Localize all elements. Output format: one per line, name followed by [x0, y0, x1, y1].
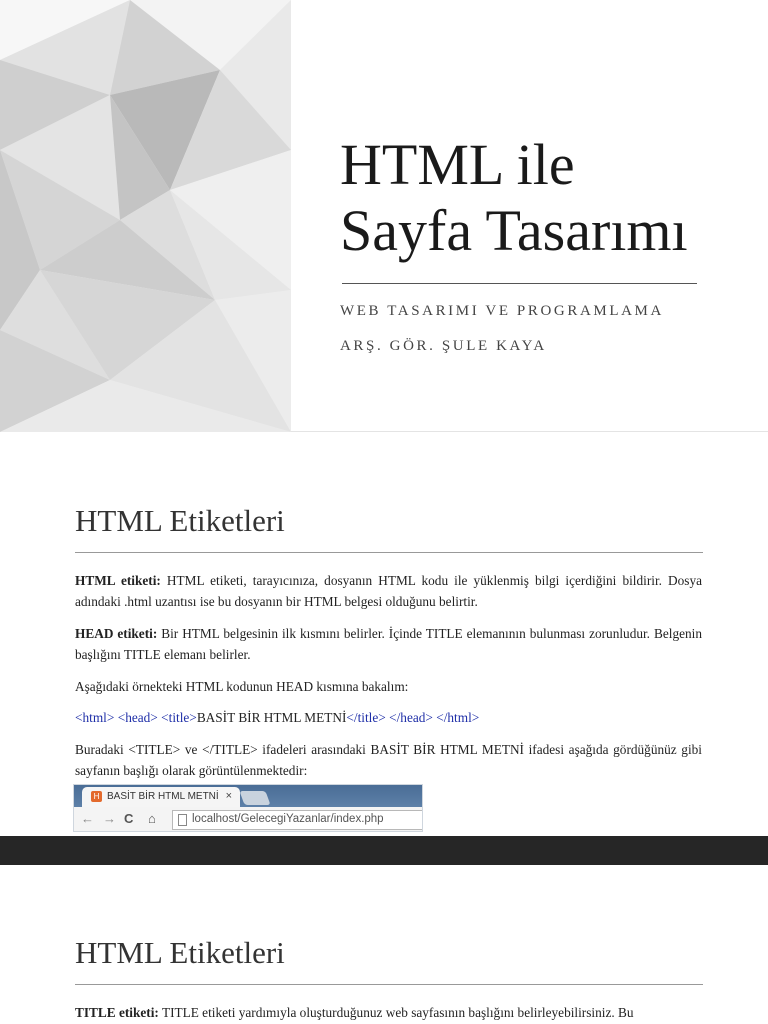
browser-tab-bar: H BASİT BİR HTML METNİ × [74, 785, 422, 807]
polygon-background-image [0, 0, 291, 432]
code-example: <html> <head> <title>BASİT BİR HTML METN… [75, 707, 702, 728]
code-title-text: BASİT BİR HTML METNİ [196, 710, 347, 725]
slide-heading: HTML Etiketleri [75, 935, 285, 970]
paragraph-title-explanation: Buradaki <TITLE> ve </TITLE> ifadeleri a… [75, 742, 702, 778]
title-block: HTML ile Sayfa Tasarımı [340, 132, 740, 264]
content-slide-1: HTML Etiketleri HTML etiketi: HTML etike… [0, 433, 768, 836]
browser-screenshot: H BASİT BİR HTML METNİ × ← → C ⌂ localho… [73, 784, 423, 832]
slide-heading: HTML Etiketleri [75, 503, 285, 538]
address-url: localhost/GelecegiYazanlar/index.php [192, 813, 384, 825]
code-close-tags: </title> </head> </html> [346, 710, 480, 725]
term-head-tag: HEAD etiketi: [75, 626, 158, 641]
browser-tab[interactable]: H BASİT BİR HTML METNİ × [82, 787, 240, 807]
paragraph-html-tag: HTML etiketi: HTML etiketi, tarayıcınıza… [75, 570, 702, 612]
paragraph-example-intro: Aşağıdaki örnekteki HTML kodunun HEAD kı… [75, 679, 409, 694]
definition-head-tag: Bir HTML belgesinin ilk kısmını belirler… [75, 626, 702, 662]
address-bar[interactable]: localhost/GelecegiYazanlar/index.php [172, 810, 422, 830]
term-html-tag: HTML etiketi: [75, 573, 161, 588]
forward-arrow-icon[interactable]: → [103, 811, 116, 826]
content-slide-2: HTML Etiketleri TITLE etiketi: TITLE eti… [0, 865, 768, 1024]
slide-separator [0, 836, 768, 865]
definition-title-tag: TITLE etiketi yardımıyla oluşturduğunuz … [158, 1005, 634, 1020]
author-subtitle: ARŞ. GÖR. ŞULE KAYA [340, 338, 547, 354]
back-arrow-icon[interactable]: ← [81, 811, 94, 826]
browser-nav-bar: ← → C ⌂ localhost/GelecegiYazanlar/index… [74, 807, 422, 831]
definition-html-tag: HTML etiketi, tarayıcınıza, dosyanın HTM… [75, 573, 703, 609]
paragraph-head-tag: HEAD etiketi: Bir HTML belgesinin ilk kı… [75, 623, 702, 665]
html-file-icon: H [91, 791, 102, 802]
reload-icon[interactable]: C [124, 811, 133, 826]
low-poly-pattern [0, 0, 291, 432]
home-icon[interactable]: ⌂ [148, 811, 156, 826]
term-title-tag: TITLE etiketi: [75, 1005, 159, 1020]
paragraph-title-tag: TITLE etiketi: TITLE etiketi yardımıyla … [75, 1002, 702, 1023]
heading-divider [75, 984, 703, 985]
main-title-line1: HTML ile [340, 132, 575, 197]
heading-divider [75, 552, 703, 553]
page-icon [178, 814, 187, 826]
course-subtitle: WEB TASARIMI VE PROGRAMLAMA [340, 303, 664, 319]
main-title-line2: Sayfa Tasarımı [340, 198, 688, 263]
close-icon[interactable]: × [226, 790, 232, 802]
title-slide: HTML ile Sayfa Tasarımı WEB TASARIMI VE … [0, 0, 768, 432]
title-divider [342, 283, 697, 284]
tab-title: BASİT BİR HTML METNİ [107, 791, 219, 802]
code-open-tags: <html> <head> <title> [75, 710, 197, 725]
new-tab-button[interactable] [239, 791, 271, 805]
